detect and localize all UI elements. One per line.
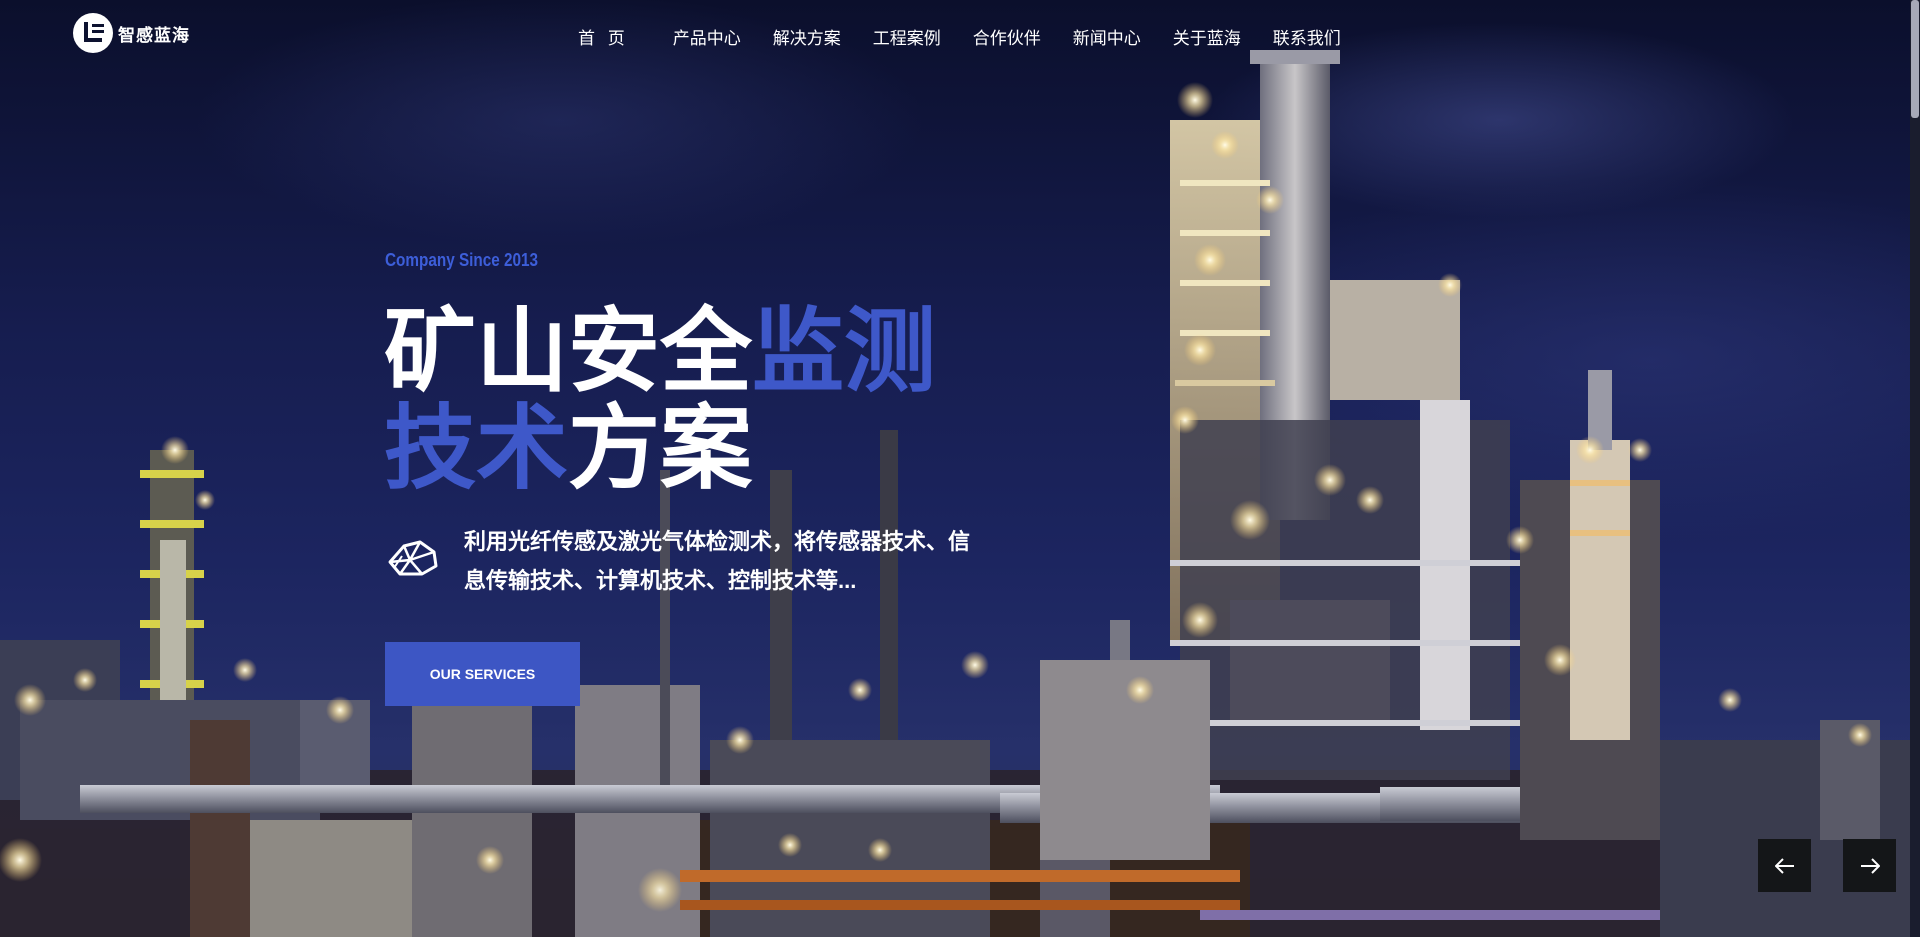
nav-item-partners[interactable]: 合作伙伴 xyxy=(973,24,1041,49)
logo-text: 智感蓝海 xyxy=(118,25,190,45)
arrow-right-icon xyxy=(1860,857,1880,874)
nav-item-solutions[interactable]: 解决方案 xyxy=(773,24,841,49)
headline-accent-1: 监测 xyxy=(752,301,937,403)
refinery-night-background xyxy=(0,50,1910,937)
logo-mark-icon xyxy=(73,13,113,53)
hero-description: 利用光纤传感及激光气体检测术，将传感器技术、信息传输技术、计算机技术、控制技术等… xyxy=(464,529,971,593)
slider-next-button[interactable] xyxy=(1843,839,1896,892)
hero-headline: 矿山安全监测 技术方案 xyxy=(384,304,936,498)
nav-item-cases[interactable]: 工程案例 xyxy=(873,24,941,49)
headline-white-1: 矿山安全 xyxy=(384,301,753,403)
diamond-icon xyxy=(388,540,438,576)
headline-accent-2: 技术 xyxy=(384,398,569,500)
site-logo[interactable]: 智感蓝海 xyxy=(72,12,190,54)
nav-item-news[interactable]: 新闻中心 xyxy=(1073,24,1141,49)
vertical-scrollbar[interactable] xyxy=(1910,0,1920,937)
main-nav: 首 页 产品中心 解决方案 工程案例 合作伙伴 新闻中心 关于蓝海 联系我们 xyxy=(578,24,1341,49)
scrollbar-thumb[interactable] xyxy=(1911,0,1919,118)
slider-prev-button[interactable] xyxy=(1758,839,1811,892)
nav-item-home[interactable]: 首 页 xyxy=(578,24,629,49)
our-services-button[interactable]: OUR SERVICES xyxy=(385,642,580,706)
nav-item-contact[interactable]: 联系我们 xyxy=(1273,24,1341,49)
arrow-left-icon xyxy=(1774,857,1794,874)
hero-banner xyxy=(0,0,1910,937)
nav-item-about[interactable]: 关于蓝海 xyxy=(1173,24,1241,49)
hero-tagline: Company Since 2013 xyxy=(385,250,539,270)
headline-white-2: 方案 xyxy=(568,398,753,500)
nav-item-products[interactable]: 产品中心 xyxy=(673,24,741,49)
